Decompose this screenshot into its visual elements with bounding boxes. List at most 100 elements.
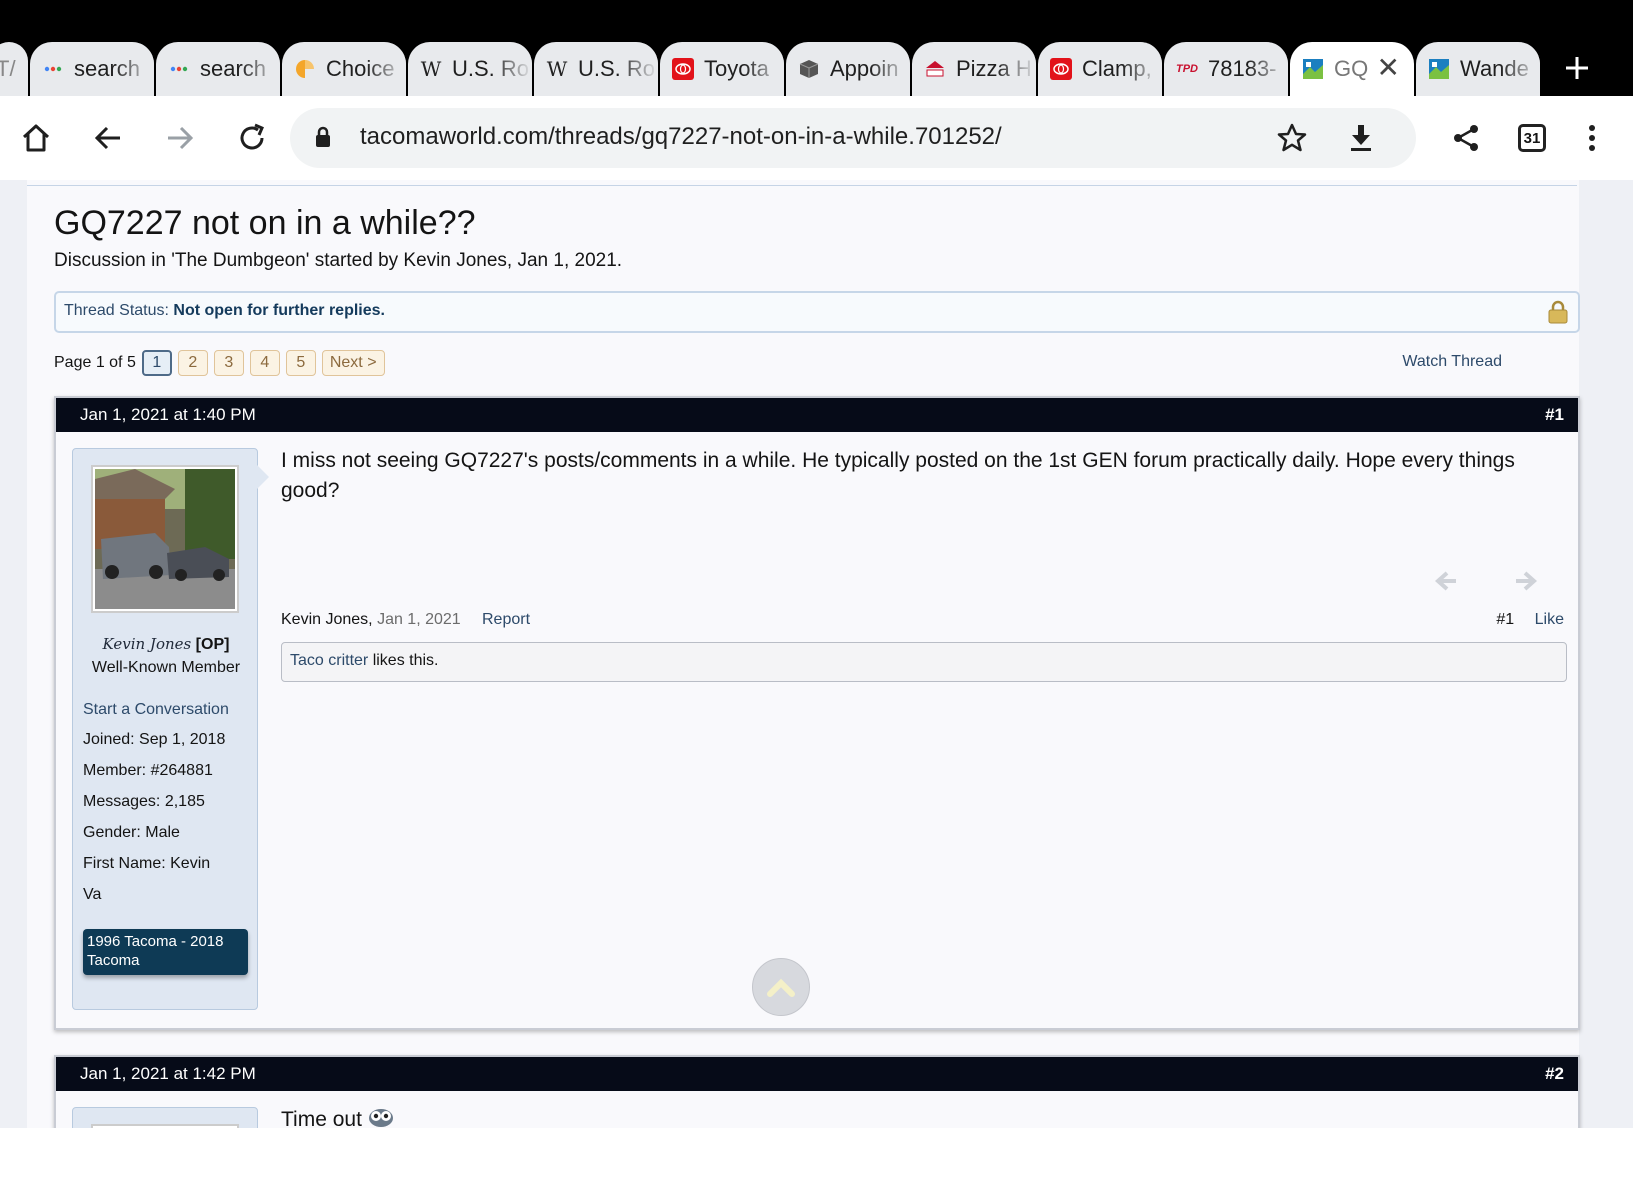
tab-count: 31 — [1518, 124, 1546, 152]
user-stat-messages: Messages: 2,185 — [83, 793, 205, 811]
stat-label: Joined: — [83, 731, 135, 748]
stat-value: Sep 1, 2018 — [139, 731, 226, 748]
page-link-4[interactable]: 4 — [249, 350, 280, 376]
browser-tab[interactable]: Clamp, — [1038, 42, 1162, 96]
user-stat-joined: Joined: Sep 1, 2018 — [83, 731, 225, 749]
back-arrow-icon[interactable] — [86, 116, 130, 160]
op-badge: [OP] — [195, 636, 230, 653]
more-menu-icon[interactable] — [1570, 116, 1614, 160]
wikipedia-icon: W — [420, 57, 442, 81]
post: Jan 1, 2021 at 1:40 PM #1 Kevin Jones [O… — [54, 396, 1580, 1030]
browser-tab[interactable]: Pizza H — [912, 42, 1036, 96]
stat-label: Gender: — [83, 824, 141, 841]
liker-link[interactable]: Taco critter — [290, 652, 368, 669]
post-nav-arrows — [1434, 570, 1538, 597]
browser-tab-active[interactable]: GQ ✕ — [1290, 42, 1414, 96]
thread-status: Thread Status: Not open for further repl… — [64, 302, 385, 320]
likes-summary: Taco critter likes this. — [281, 642, 1567, 682]
stat-value: Kevin — [170, 855, 211, 872]
next-page-link[interactable]: Next > — [321, 350, 385, 376]
user-stat-location: Va — [83, 886, 101, 904]
bookmark-star-icon[interactable] — [1276, 122, 1308, 159]
stat-label: Member: — [83, 762, 147, 779]
avatar[interactable] — [91, 465, 239, 613]
post-footer-author: Kevin Jones, Jan 1, 2021 — [281, 611, 461, 629]
status-label: Thread Status: — [64, 302, 169, 319]
post: Jan 1, 2021 at 1:42 PM #2 Time out — [54, 1055, 1580, 1128]
browser-tab[interactable]: Wande — [1416, 42, 1540, 96]
tacomaworld-icon — [1428, 58, 1450, 80]
browser-tab[interactable]: TPD 78183- — [1164, 42, 1288, 96]
share-icon[interactable] — [1444, 116, 1488, 160]
post-message: I miss not seeing GQ7227's posts/comment… — [281, 449, 1515, 502]
close-tab-icon[interactable]: ✕ — [1377, 54, 1400, 82]
thread-title: GQ7227 not on in a while?? — [54, 204, 476, 242]
post-permalink-number[interactable]: #1 — [1496, 611, 1514, 628]
report-link[interactable]: Report — [482, 611, 530, 629]
browser-tab[interactable]: W U.S. Ro — [534, 42, 658, 96]
post-message: Time out — [281, 1105, 1541, 1128]
tpd-icon: TPD — [1176, 63, 1198, 75]
status-value: Not open for further replies. — [173, 302, 385, 319]
browser-tab[interactable]: Appoin — [786, 42, 910, 96]
start-conversation-link[interactable]: Start a Conversation — [83, 701, 229, 719]
user-title: Well-Known Member — [91, 659, 241, 676]
url-text[interactable]: tacomaworld.com/threads/gq7227-not-on-in… — [360, 123, 1002, 151]
new-tab-button[interactable] — [1552, 46, 1602, 92]
browser-tab[interactable]: Choice — [282, 42, 406, 96]
username-link[interactable]: Kevin Jones — [103, 635, 192, 653]
user-stat-first-name: First Name: Kevin — [83, 855, 210, 873]
home-icon[interactable] — [14, 116, 58, 160]
toyota-icon — [1050, 58, 1072, 80]
bottom-blank-area — [0, 1128, 1633, 1200]
post-header: Jan 1, 2021 at 1:40 PM #1 — [56, 398, 1578, 432]
stat-value: #264881 — [150, 762, 213, 779]
like-link[interactable]: Like — [1535, 611, 1564, 628]
post-footer-date[interactable]: Jan 1, 2021 — [377, 611, 461, 628]
browser-tab[interactable]: T/ — [0, 42, 28, 96]
pizza-hut-icon — [924, 58, 946, 80]
page-link-5[interactable]: 5 — [285, 350, 316, 376]
username-line: Kevin Jones [OP] — [73, 635, 259, 654]
padlock-icon — [1548, 300, 1568, 329]
post-date[interactable]: Jan 1, 2021 at 1:42 PM — [80, 1064, 256, 1084]
post-message-text: Time out — [281, 1108, 362, 1128]
previous-post-arrow-icon[interactable] — [1434, 570, 1458, 597]
address-bar[interactable]: tacomaworld.com/threads/gq7227-not-on-in… — [290, 108, 1416, 168]
scroll-to-top-button[interactable] — [752, 958, 810, 1016]
stat-label: Messages: — [83, 793, 161, 810]
user-stat-gender: Gender: Male — [83, 824, 180, 842]
likes-text: likes this. — [368, 652, 439, 669]
user-info-panel — [72, 1107, 258, 1128]
page-link-1[interactable]: 1 — [141, 350, 172, 376]
owl-emoji-icon — [368, 1108, 394, 1128]
browser-tab[interactable]: Toyota — [660, 42, 784, 96]
next-post-arrow-icon[interactable] — [1514, 570, 1538, 597]
web-page: GQ7227 not on in a while?? Discussion in… — [0, 180, 1633, 1128]
post-date[interactable]: Jan 1, 2021 at 1:40 PM — [80, 405, 256, 425]
reload-icon[interactable] — [230, 116, 274, 160]
post-number[interactable]: #1 — [1545, 405, 1564, 425]
page-navigation: Page 1 of 5 1 2 3 4 5 Next > — [54, 350, 391, 376]
tab-strip: T/ search search Choice W U.S. Ro W U.S.… — [0, 0, 1633, 96]
vehicle-badge[interactable]: 1996 Tacoma - 2018 Tacoma — [83, 929, 248, 975]
page-link-2[interactable]: 2 — [177, 350, 208, 376]
download-icon[interactable] — [1345, 122, 1377, 159]
watch-thread-link[interactable]: Watch Thread — [1402, 353, 1502, 371]
post-header: Jan 1, 2021 at 1:42 PM #2 — [56, 1057, 1578, 1091]
page-link-3[interactable]: 3 — [213, 350, 244, 376]
browser-tab[interactable]: search — [30, 42, 154, 96]
tab-label: T/ — [0, 56, 16, 81]
stat-value[interactable]: 2,185 — [165, 793, 205, 810]
post-author[interactable]: Kevin Jones, — [281, 611, 373, 628]
post-number[interactable]: #2 — [1545, 1064, 1564, 1084]
lock-icon[interactable] — [314, 126, 332, 153]
tab-switcher-button[interactable]: 31 — [1510, 116, 1554, 160]
wikipedia-icon: W — [546, 57, 568, 81]
choice-icon — [294, 58, 316, 80]
tab-label: GQ — [1334, 56, 1369, 81]
forward-arrow-icon[interactable] — [158, 116, 202, 160]
browser-toolbar: tacomaworld.com/threads/gq7227-not-on-in… — [0, 96, 1633, 180]
browser-tab[interactable]: W U.S. Ro — [408, 42, 532, 96]
browser-tab[interactable]: search — [156, 42, 280, 96]
